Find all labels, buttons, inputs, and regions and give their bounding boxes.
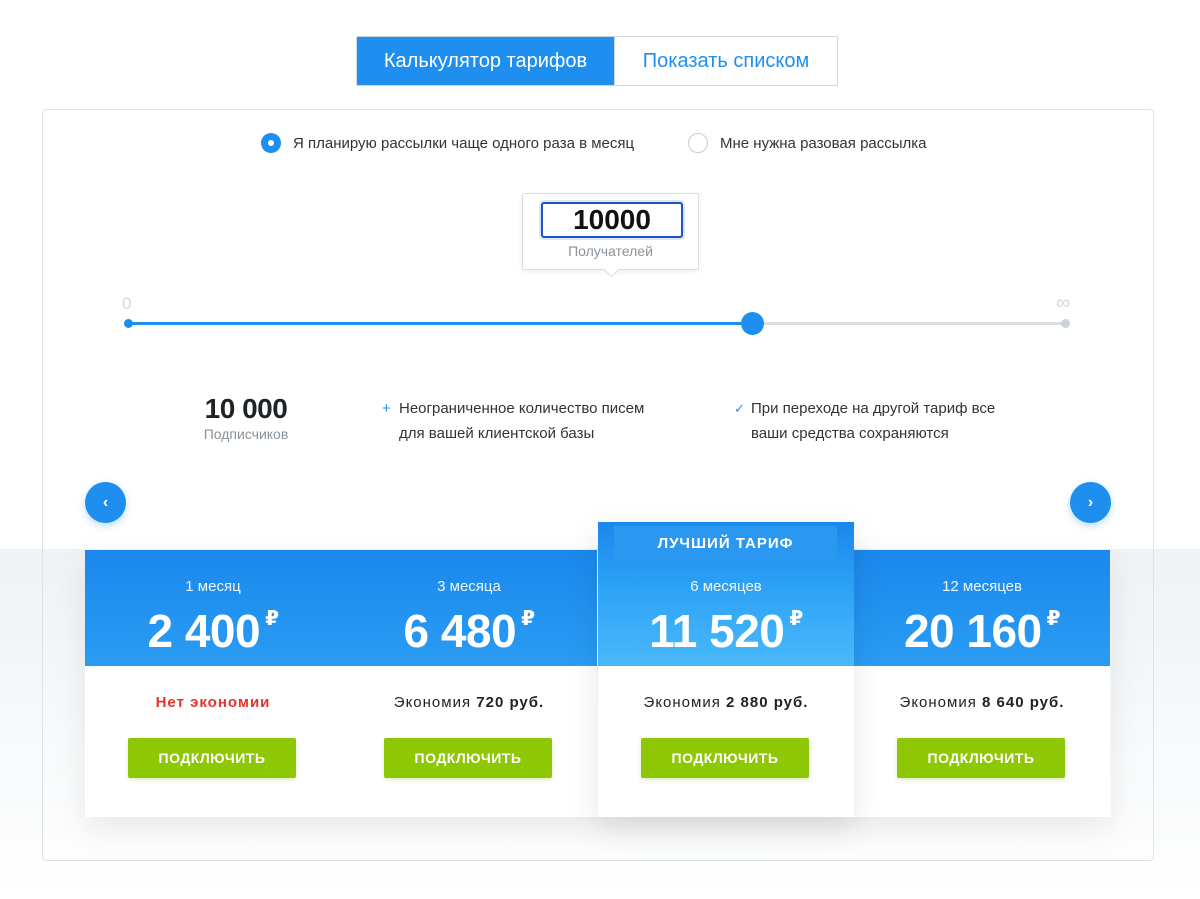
plan-period: 1 месяц bbox=[185, 578, 241, 595]
slider-handle[interactable] bbox=[740, 312, 764, 335]
plan-header: 12 месяцев 20 160 ₽ bbox=[854, 550, 1110, 666]
plan-saving: Экономия 2 880 руб. bbox=[598, 694, 854, 711]
connect-button[interactable]: ПОДКЛЮЧИТЬ bbox=[641, 738, 809, 778]
plan-period: 12 месяцев bbox=[942, 578, 1022, 595]
prev-arrow-button[interactable]: ‹ bbox=[85, 482, 126, 523]
chevron-right-icon: › bbox=[1087, 493, 1094, 511]
ruble-icon: ₽ bbox=[521, 608, 535, 630]
plan-saving: Нет экономии bbox=[155, 694, 271, 711]
recipients-input[interactable] bbox=[541, 202, 683, 238]
feature-unlimited-line2: для вашей клиентской базы bbox=[399, 425, 595, 442]
radio-recurring-label: Я планирую рассылки чаще одного раза в м… bbox=[293, 134, 635, 152]
radio-one-time[interactable]: Мне нужна разовая рассылка bbox=[688, 133, 927, 153]
plan-saving-amount: 8 640 руб. bbox=[982, 694, 1065, 711]
best-plan-badge: ЛУЧШИЙ ТАРИФ bbox=[614, 526, 837, 561]
plan-saving-prefix: Экономия bbox=[643, 694, 721, 711]
ruble-icon: ₽ bbox=[789, 608, 803, 630]
connect-button[interactable]: ПОДКЛЮЧИТЬ bbox=[897, 738, 1065, 778]
feature-unlimited: + Неограниченное количество писем для ва… bbox=[382, 396, 645, 446]
tab-calculator[interactable]: Калькулятор тарифов bbox=[357, 37, 614, 85]
plan-saving-prefix: Экономия bbox=[393, 694, 472, 711]
plan-card: 12 месяцев 20 160 ₽ Экономия 8 640 руб. П… bbox=[854, 550, 1110, 817]
recipients-box: Получателей bbox=[522, 193, 699, 270]
check-icon: ✓ bbox=[734, 401, 745, 416]
plan-header: ЛУЧШИЙ ТАРИФ 6 месяцев 11 520 ₽ bbox=[598, 522, 854, 666]
view-toggle: Калькулятор тарифов Показать списком bbox=[356, 36, 838, 86]
radio-checked-icon bbox=[261, 133, 281, 153]
plan-header: 1 месяц 2 400 ₽ bbox=[85, 550, 341, 666]
plus-icon: + bbox=[382, 400, 391, 417]
tab-list[interactable]: Показать списком bbox=[614, 37, 837, 85]
slider-max-label: ∞ bbox=[1056, 292, 1071, 314]
next-arrow-button[interactable]: › bbox=[1070, 482, 1111, 523]
slider-min-label: 0 bbox=[122, 294, 132, 313]
plan-saving: Экономия 720 руб. bbox=[341, 694, 597, 711]
plan-header: 3 месяца 6 480 ₽ bbox=[341, 550, 597, 666]
plan-period: 3 месяца bbox=[437, 578, 501, 595]
subscriber-count: 10 000 bbox=[204, 393, 288, 424]
plan-price: 20 160 ₽ bbox=[854, 594, 1110, 656]
plan-price-value: 20 160 bbox=[903, 605, 1042, 657]
plan-card-best: ЛУЧШИЙ ТАРИФ 6 месяцев 11 520 ₽ Экономия … bbox=[598, 522, 854, 817]
feature-funds-kept-line1: При переходе на другой тариф все bbox=[751, 400, 996, 417]
feature-funds-kept: ✓ При переходе на другой тариф все ваши … bbox=[734, 396, 996, 446]
plan-price: 6 480 ₽ bbox=[341, 594, 597, 656]
plan-price-value: 6 480 bbox=[403, 605, 517, 657]
subscriber-label: Подписчиков bbox=[203, 426, 289, 442]
chevron-left-icon: ‹ bbox=[102, 493, 109, 511]
plan-card: 3 месяца 6 480 ₽ Экономия 720 руб. ПОДКЛЮ… bbox=[341, 550, 597, 817]
ruble-icon: ₽ bbox=[265, 608, 279, 630]
plan-saving-prefix: Экономия bbox=[899, 694, 977, 711]
ruble-icon: ₽ bbox=[1046, 608, 1061, 630]
slider-end-dot bbox=[1061, 319, 1070, 328]
plans-carousel: 1 месяц 2 400 ₽ Нет экономии ПОДКЛЮЧИТЬ 3… bbox=[85, 522, 1111, 817]
plan-card: 1 месяц 2 400 ₽ Нет экономии ПОДКЛЮЧИТЬ bbox=[85, 550, 341, 817]
plan-price: 11 520 ₽ bbox=[598, 594, 854, 656]
radio-unchecked-icon bbox=[688, 133, 708, 153]
plan-saving-amount: 720 руб. bbox=[476, 694, 545, 711]
feature-unlimited-line1: Неограниченное количество писем bbox=[399, 400, 645, 417]
radio-one-time-label: Мне нужна разовая рассылка bbox=[720, 134, 927, 152]
plan-price-value: 11 520 bbox=[649, 605, 785, 657]
plan-price: 2 400 ₽ bbox=[85, 594, 341, 656]
recipients-label: Получателей bbox=[568, 243, 653, 259]
feature-funds-kept-line2: ваши средства сохраняются bbox=[751, 425, 949, 442]
slider-fill bbox=[128, 322, 752, 325]
plan-saving-amount: 2 880 руб. bbox=[726, 694, 809, 711]
slider-start-dot bbox=[124, 319, 133, 328]
plan-saving: Экономия 8 640 руб. bbox=[854, 694, 1110, 711]
plan-price-value: 2 400 bbox=[147, 605, 261, 657]
plan-period: 6 месяцев bbox=[690, 578, 762, 595]
slider-track[interactable] bbox=[128, 322, 1066, 325]
connect-button[interactable]: ПОДКЛЮЧИТЬ bbox=[384, 738, 552, 778]
connect-button[interactable]: ПОДКЛЮЧИТЬ bbox=[128, 738, 296, 778]
radio-recurring[interactable]: Я планирую рассылки чаще одного раза в м… bbox=[261, 133, 634, 153]
